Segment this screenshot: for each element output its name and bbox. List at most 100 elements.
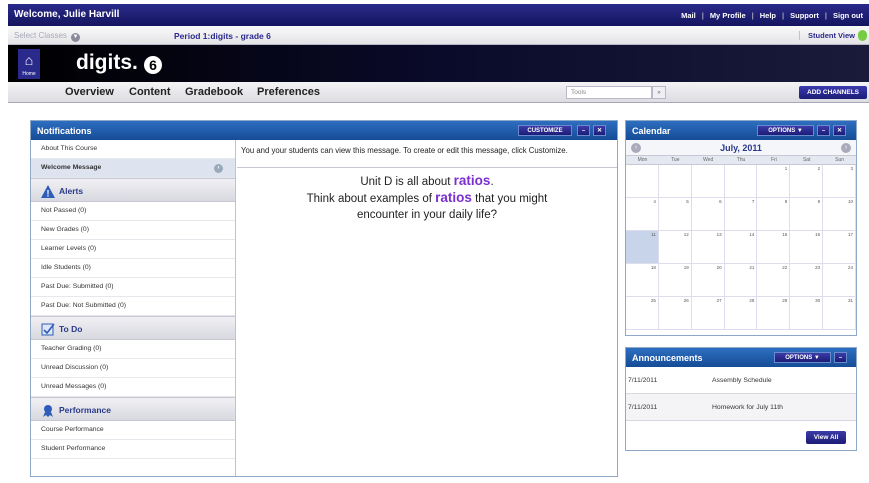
calendar-panel: Calendar OPTIONS ▼ – ✕ ‹ July, 2011 › Mo… [625, 120, 857, 336]
announcements-options-button[interactable]: OPTIONS ▼ [774, 352, 831, 363]
calendar-day[interactable]: 15 [757, 231, 791, 264]
weekday-label: Thu [736, 157, 746, 163]
notifications-header: Notifications CUSTOMIZE – ✕ [31, 121, 617, 140]
calendar-day[interactable]: 22 [757, 264, 791, 297]
alert-idle-students[interactable]: Idle Students (0) [31, 259, 235, 278]
close-button[interactable]: ✕ [593, 125, 606, 136]
student-performance-item[interactable]: Student Performance [31, 440, 235, 459]
tools-dropdown-icon[interactable]: » [652, 86, 666, 99]
calendar-day[interactable]: 20 [691, 264, 725, 297]
calendar-day[interactable] [658, 165, 692, 198]
announcements-panel: Announcements OPTIONS ▼ – 7/11/2011 Assem… [625, 347, 857, 451]
calendar-day[interactable]: 8 [757, 198, 791, 231]
tab-gradebook[interactable]: Gradebook [185, 86, 243, 98]
notifications-panel: Notifications CUSTOMIZE – ✕ About This C… [30, 120, 618, 477]
calendar-month: July, 2011 [720, 143, 762, 153]
mail-link[interactable]: Mail [681, 11, 696, 20]
alert-new-grades[interactable]: New Grades (0) [31, 221, 235, 240]
calendar-day[interactable]: 7 [724, 198, 758, 231]
my-profile-link[interactable]: My Profile [710, 11, 746, 20]
calendar-header: Calendar OPTIONS ▼ – ✕ [626, 121, 856, 140]
calendar-options-button[interactable]: OPTIONS ▼ [757, 125, 814, 136]
calendar-day[interactable]: 12 [658, 231, 692, 264]
about-course-item[interactable]: About This Course [31, 140, 235, 159]
ribbon-icon [43, 405, 53, 417]
calendar-day[interactable]: 4 [626, 198, 659, 231]
notifications-title: Notifications [37, 126, 92, 136]
weekday-header: Mon Tue Wed Thu Fri Sat Sun [626, 156, 856, 165]
student-view-icon[interactable] [858, 30, 867, 41]
tools-select[interactable]: Tools [566, 86, 652, 99]
calendar-day[interactable] [724, 165, 758, 198]
announcements-minimize-button[interactable]: – [834, 352, 847, 363]
home-icon: ⌂ [24, 52, 34, 68]
calendar-day[interactable]: 25 [626, 297, 659, 330]
todo-unread-discussion[interactable]: Unread Discussion (0) [31, 359, 235, 378]
tab-preferences[interactable]: Preferences [257, 86, 320, 98]
notifications-sidebar: About This Course Welcome Message › ! Aler… [31, 140, 236, 476]
help-link[interactable]: Help [760, 11, 776, 20]
digits-banner: ⌂ Home digits. 6 [8, 45, 869, 82]
calendar-day[interactable]: 9 [790, 198, 824, 231]
customize-button[interactable]: CUSTOMIZE [518, 125, 572, 136]
calendar-day[interactable]: 19 [658, 264, 692, 297]
calendar-day[interactable]: 28 [724, 297, 758, 330]
calendar-day[interactable] [626, 165, 659, 198]
calendar-day[interactable]: 6 [691, 198, 725, 231]
tab-content[interactable]: Content [129, 86, 171, 98]
student-view-link[interactable]: Student View [799, 31, 855, 40]
calendar-day[interactable]: 18 [626, 264, 659, 297]
sign-out-link[interactable]: Sign out [833, 11, 863, 20]
calendar-day[interactable]: 2 [790, 165, 824, 198]
calendar-day[interactable]: 16 [790, 231, 824, 264]
select-classes-dropdown[interactable]: Select Classes ▼ [14, 31, 80, 42]
calendar-day[interactable]: 5 [658, 198, 692, 231]
home-button[interactable]: ⌂ Home [18, 49, 40, 79]
view-all-button[interactable]: View All [806, 431, 846, 444]
calendar-day[interactable] [691, 165, 725, 198]
class-bar: Select Classes ▼ Period 1:digits - grade … [8, 26, 869, 45]
calendar-minimize-button[interactable]: – [817, 125, 830, 136]
current-period: Period 1:digits - grade 6 [174, 31, 271, 41]
todo-teacher-grading[interactable]: Teacher Grading (0) [31, 340, 235, 359]
support-link[interactable]: Support [790, 11, 819, 20]
alert-learner-levels[interactable]: Learner Levels (0) [31, 240, 235, 259]
announcement-row[interactable]: 7/11/2011 Assembly Schedule [626, 367, 856, 394]
tab-bar: Overview Content Gradebook Preferences T… [8, 82, 869, 103]
tab-overview[interactable]: Overview [65, 86, 114, 98]
calendar-day[interactable]: 24 [823, 264, 857, 297]
alert-past-due-submitted[interactable]: Past Due: Submitted (0) [31, 278, 235, 297]
message-line-3: encounter in your daily life? [357, 209, 497, 221]
next-month-icon[interactable]: › [841, 143, 851, 153]
alert-past-due-not-submitted[interactable]: Past Due: Not Submitted (0) [31, 297, 235, 316]
calendar-title: Calendar [632, 126, 671, 136]
calendar-close-button[interactable]: ✕ [833, 125, 846, 136]
alert-not-passed[interactable]: Not Passed (0) [31, 202, 235, 221]
calendar-weeks: 1 2 3 4 5 6 7 8 9 10 11 12 13 14 15 16 17 18 19 20 21 22 23 24 2… [626, 165, 857, 330]
calendar-day[interactable]: 17 [823, 231, 857, 264]
calendar-day[interactable]: 11 [626, 231, 659, 264]
calendar-day[interactable]: 31 [823, 297, 857, 330]
top-links: Mail | My Profile | Help | Support | Sign ou… [681, 11, 863, 20]
todo-unread-messages[interactable]: Unread Messages (0) [31, 378, 235, 397]
calendar-grid: Mon Tue Wed Thu Fri Sat Sun 1 2 3 4 5 6 7 8 9 10 11 12 13 1… [626, 156, 857, 330]
message-note: You and your students can view this mess… [237, 140, 617, 168]
calendar-day[interactable]: 29 [757, 297, 791, 330]
calendar-day[interactable]: 21 [724, 264, 758, 297]
welcome-message-item[interactable]: Welcome Message › [31, 159, 235, 178]
calendar-day[interactable]: 13 [691, 231, 725, 264]
calendar-day[interactable]: 30 [790, 297, 824, 330]
minimize-button[interactable]: – [577, 125, 590, 136]
warning-icon: ! [41, 185, 55, 198]
calendar-day[interactable]: 14 [724, 231, 758, 264]
add-channels-button[interactable]: ADD CHANNELS [799, 86, 867, 99]
calendar-day[interactable]: 26 [658, 297, 692, 330]
course-performance-item[interactable]: Course Performance [31, 421, 235, 440]
calendar-day[interactable]: 23 [790, 264, 824, 297]
weekday-label: Sun [835, 157, 845, 163]
calendar-day[interactable]: 1 [757, 165, 791, 198]
calendar-day[interactable]: 3 [823, 165, 857, 198]
calendar-day[interactable]: 10 [823, 198, 857, 231]
announcement-row[interactable]: 7/11/2011 Homework for July 11th [626, 394, 856, 421]
calendar-day[interactable]: 27 [691, 297, 725, 330]
